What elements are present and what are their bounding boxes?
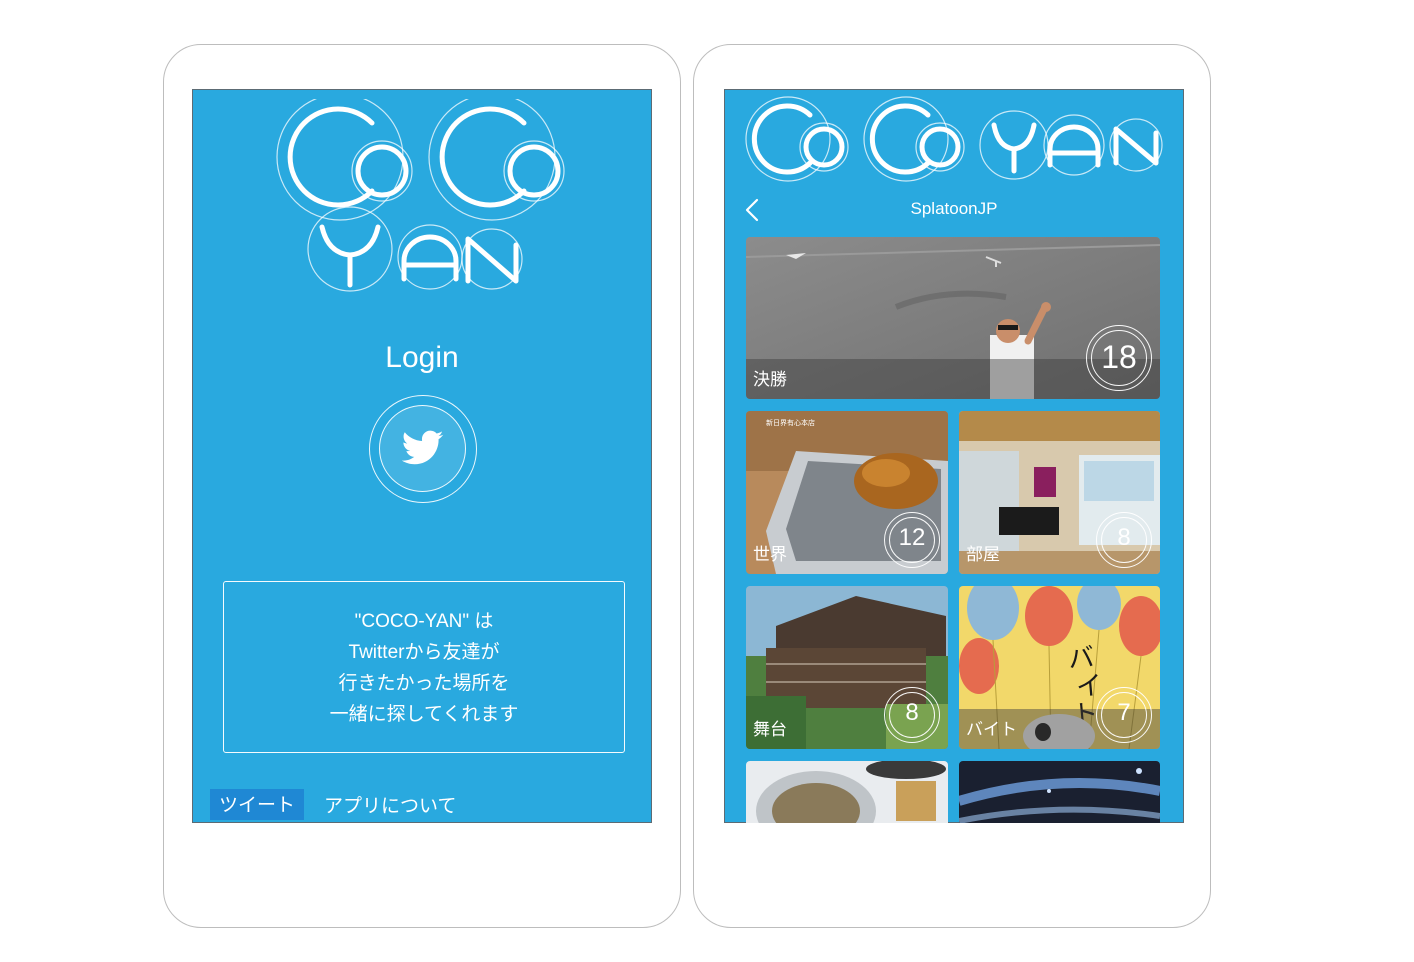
place-card[interactable]: バ イ ト バイト 7: [959, 586, 1160, 749]
twitter-login-button-inner: [379, 405, 466, 492]
card-count: 8: [905, 699, 919, 726]
tweet-tab[interactable]: ツイート: [210, 788, 305, 820]
card-label: 舞台: [753, 720, 787, 739]
card-label: 世界: [753, 545, 787, 564]
card-count-badge: 7: [1096, 687, 1152, 743]
description-line: Twitterから友達が: [348, 642, 500, 663]
card-count: 8: [1117, 524, 1131, 551]
list-title: SplatoonJP: [910, 199, 998, 218]
login-screen: Login "COCO-YAN" は Twitterから友達が 行きたかった場所…: [192, 89, 652, 823]
app-description-box: "COCO-YAN" は Twitterから友達が 行きたかった場所を 一緒に探…: [223, 581, 625, 753]
list-header: SplatoonJP: [724, 193, 1184, 227]
place-photo: [746, 761, 948, 823]
card-count: 7: [1117, 699, 1131, 726]
description-line: "COCO-YAN" は: [354, 611, 494, 632]
card-count: 12: [898, 524, 926, 551]
bottom-nav: ツイート アプリについて: [210, 788, 456, 820]
card-label: バイト: [966, 720, 1017, 739]
description-line: 行きたかった場所を: [338, 673, 510, 694]
login-title: Login: [385, 341, 459, 374]
place-photo: [959, 761, 1160, 823]
place-card[interactable]: [746, 761, 948, 823]
place-card[interactable]: 新日界有心本店 世界 12: [746, 411, 948, 574]
place-card[interactable]: 舞台 8: [746, 586, 948, 749]
description-line: 一緒に探してくれます: [329, 704, 519, 725]
cocoyan-logo: [745, 96, 1163, 182]
card-count-badge: 8: [1096, 512, 1152, 568]
device-frame-login: Login "COCO-YAN" は Twitterから友達が 行きたかった場所…: [163, 44, 681, 928]
svg-text:バ: バ: [1067, 643, 1096, 675]
device-frame-list: SplatoonJP 決勝 18 新日界有心本店 世界 12 部屋 8 舞台 8…: [693, 44, 1211, 928]
cocoyan-logo: [276, 99, 565, 292]
svg-text:新日界有心本店: 新日界有心本店: [766, 418, 815, 427]
card-count-badge: 18: [1086, 325, 1152, 391]
card-label: 部屋: [966, 545, 1000, 564]
card-count-badge: 8: [884, 687, 940, 743]
place-card[interactable]: [959, 761, 1160, 823]
about-app-tab[interactable]: アプリについて: [324, 791, 456, 818]
list-screen: SplatoonJP 決勝 18 新日界有心本店 世界 12 部屋 8 舞台 8…: [724, 89, 1184, 823]
twitter-login-button[interactable]: [369, 395, 477, 503]
twitter-bird-icon: [402, 430, 444, 465]
card-label: 決勝: [753, 370, 787, 389]
card-count-badge: 12: [884, 512, 940, 568]
card-count: 18: [1101, 339, 1137, 375]
place-card[interactable]: 部屋 8: [959, 411, 1160, 574]
place-card[interactable]: 決勝 18: [746, 237, 1160, 399]
